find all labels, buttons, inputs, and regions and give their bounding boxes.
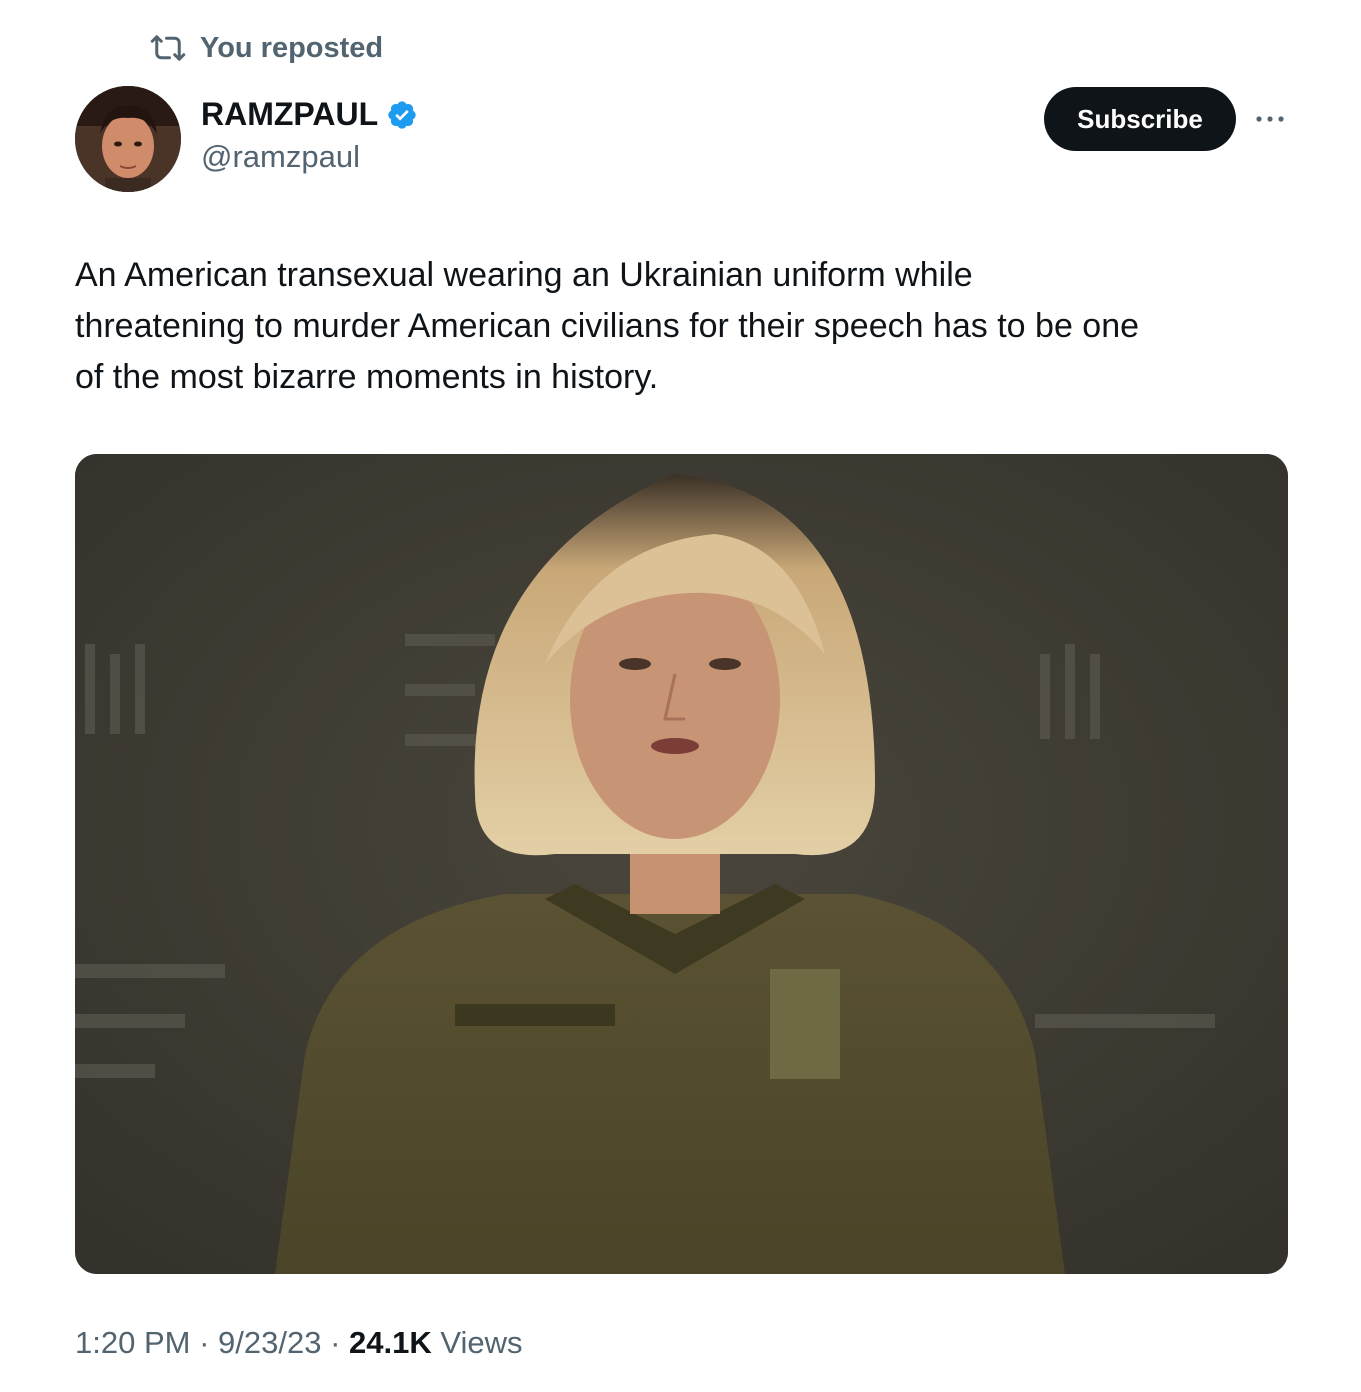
views-count: 24.1K [349, 1325, 432, 1360]
more-options-icon[interactable] [1253, 104, 1287, 134]
author-block: RAMZPAUL @ramzpaul [201, 96, 418, 175]
tweet-meta: 1:20 PM · 9/23/23 · 24.1K Views [75, 1325, 523, 1361]
subscribe-button[interactable]: Subscribe [1044, 87, 1236, 151]
embedded-photo[interactable] [75, 454, 1288, 1274]
tweet-time[interactable]: 1:20 PM [75, 1325, 190, 1361]
avatar[interactable] [75, 86, 181, 192]
tweet-text: An American transexual wearing an Ukrain… [75, 256, 1140, 396]
display-name[interactable]: RAMZPAUL [201, 96, 378, 133]
repost-indicator[interactable]: You reposted [150, 30, 383, 66]
repost-label: You reposted [200, 31, 384, 64]
repost-icon [150, 30, 186, 66]
meta-separator: · [190, 1325, 219, 1360]
views-label: Views [431, 1325, 523, 1360]
tweet-date[interactable]: 9/23/23 [218, 1325, 321, 1361]
meta-separator: · [321, 1325, 350, 1360]
handle[interactable]: @ramzpaul [201, 139, 418, 175]
verified-badge-icon[interactable] [386, 99, 418, 131]
